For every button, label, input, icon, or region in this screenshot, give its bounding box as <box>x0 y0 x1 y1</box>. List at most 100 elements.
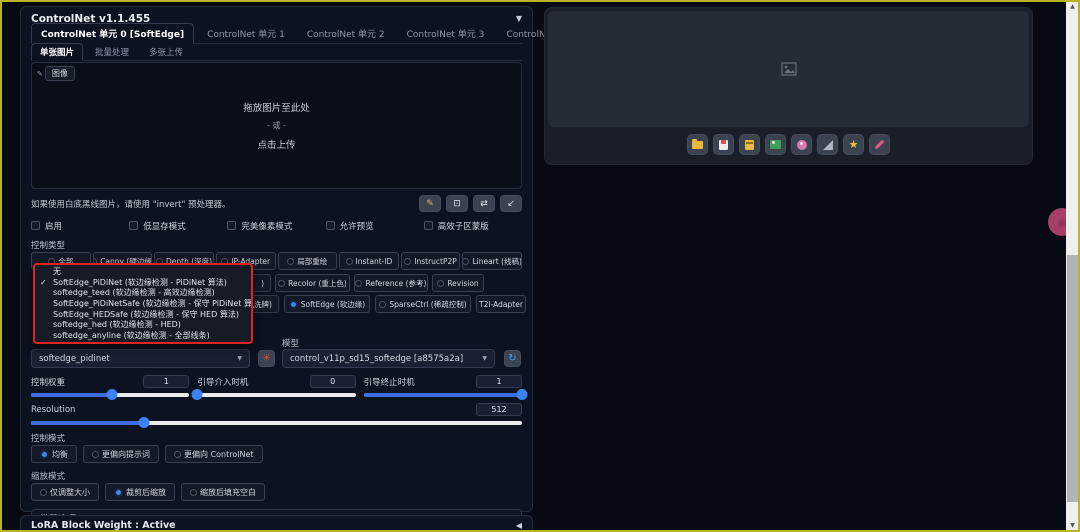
allow-preview-checkbox[interactable] <box>325 221 335 230</box>
control-mode-options: 均衡 更偏向提示词 更偏向 ControlNet <box>31 445 522 463</box>
model-select[interactable]: control_v11p_sd15_softedge [a8575a2a] ▼ <box>282 349 495 368</box>
radio-icon <box>174 450 181 458</box>
dropdown-option-anyline[interactable]: softedge_anyline (软边缘检测 - 全部线条) <box>35 331 251 342</box>
resize-mode-fill[interactable]: 缩放后填充空白 <box>181 483 265 501</box>
resize-mode-label: 缩放模式 <box>31 472 66 482</box>
floppy-icon <box>719 139 728 150</box>
drop-hint-line3[interactable]: 点击上传 <box>257 137 295 151</box>
save-zip-button[interactable] <box>739 134 760 155</box>
dropdown-option-pidinet[interactable]: ✓ SoftEdge_PiDiNet (软边缘检测 - PiDiNet 算法) <box>35 278 251 289</box>
new-canvas-button[interactable]: ✎ <box>419 195 441 212</box>
lora-block-weight-label: LoRA Block Weight : Active <box>31 519 176 531</box>
scroll-down-arrow[interactable]: ▼ <box>1066 521 1078 530</box>
chevron-down-icon: ▼ <box>237 355 242 362</box>
control-type-t2i-adapter[interactable]: T2I-Adapter <box>476 295 526 313</box>
control-mode-balanced[interactable]: 均衡 <box>31 445 77 463</box>
control-type-reference[interactable]: Reference (参考) <box>354 274 428 292</box>
control-type-lineart[interactable]: Lineart (线稿) <box>462 252 522 270</box>
enable-option: 启用 <box>31 219 129 232</box>
dropdown-option-pidinetsafe[interactable]: SoftEdge_PiDiNetSafe (软边缘检测 - 保守 PiDiNet… <box>35 299 251 310</box>
image-dropzone[interactable]: ✎ 图像 拖放图片至此处 - 或 - 点击上传 <box>31 62 522 189</box>
dropdown-option-teed[interactable]: softedge_teed (软边缘检测 - 高效边缘检测) <box>35 288 251 299</box>
tab-multi-upload[interactable]: 多张上传 <box>141 44 191 60</box>
pixel-perfect-checkbox[interactable] <box>227 221 237 230</box>
tab-batch[interactable]: 批量处理 <box>87 44 137 60</box>
enable-checkbox[interactable] <box>31 221 40 230</box>
slider-handle[interactable] <box>516 389 528 400</box>
dropdown-option-hedsafe[interactable]: SoftEdge_HEDSafe (软边缘检测 - 保守 HED 算法) <box>35 310 251 321</box>
dropdown-option-none[interactable]: 无 <box>35 267 251 278</box>
control-type-revision[interactable]: Revision <box>432 274 484 292</box>
resolution-input[interactable]: 512 <box>476 403 522 416</box>
lowvram-checkbox[interactable] <box>129 221 139 230</box>
refresh-models-button[interactable]: ↻ <box>504 350 521 367</box>
scrollbar-thumb[interactable] <box>1067 255 1078 502</box>
ending-step-track[interactable] <box>363 389 528 400</box>
webcam-button[interactable]: ⊡ <box>446 195 468 212</box>
resize-mode-just-resize[interactable]: 仅调整大小 <box>31 483 99 501</box>
region-mask-checkbox[interactable] <box>423 221 433 230</box>
send-image-button[interactable] <box>765 134 786 155</box>
slider-group: 控制权重 1 引导介入时机 0 引导终止时机 1 <box>31 375 528 400</box>
tab-single-image[interactable]: 单张图片 <box>31 43 84 61</box>
radio-icon <box>278 279 286 287</box>
allow-preview-label: 允许预览 <box>339 221 374 232</box>
lowvram-option: 低显存模式 <box>129 219 227 232</box>
brush-button[interactable] <box>869 134 890 155</box>
result-gallery[interactable] <box>548 11 1029 127</box>
control-type-softedge[interactable]: SoftEdge (软边缘) <box>284 295 370 313</box>
ruler-button[interactable] <box>817 134 838 155</box>
save-image-button[interactable] <box>713 134 734 155</box>
tab-unit-3[interactable]: ControlNet 单元 3 <box>398 24 494 43</box>
gallery-toolbar: ★ <box>548 134 1029 155</box>
scroll-up-arrow[interactable]: ▲ <box>1066 2 1078 11</box>
radio-selected-icon <box>114 487 123 497</box>
chevron-down-icon: ▼ <box>482 355 487 362</box>
resolution-label: Resolution <box>31 404 76 415</box>
control-mode-controlnet[interactable]: 更偏向 ControlNet <box>165 445 263 463</box>
slider-handle[interactable] <box>138 417 150 428</box>
region-mask-label: 高效子区蒙版 <box>437 221 489 232</box>
preprocessor-select[interactable]: softedge_pidinet ▼ <box>31 349 250 368</box>
control-type-sparsectrl[interactable]: SparseCtrl (稀疏控制) <box>375 295 471 313</box>
control-type-instant-id[interactable]: Instant-ID <box>339 252 399 270</box>
zip-icon <box>745 139 754 150</box>
app-screen: ControlNet v1.1.455 ▼ ControlNet 单元 0 [S… <box>0 0 1080 532</box>
collapse-accordion-icon[interactable]: ▼ <box>516 14 522 23</box>
ending-step-input[interactable]: 1 <box>475 375 522 388</box>
slider-handle[interactable] <box>191 389 203 400</box>
sparkles-button[interactable]: ★ <box>843 134 864 155</box>
picture-icon <box>770 140 781 149</box>
control-type-label: 控制类型 <box>31 241 66 251</box>
send-dimensions-button[interactable]: ↙ <box>500 195 522 212</box>
sparkles-icon: ★ <box>848 138 859 151</box>
slider-handle[interactable] <box>106 389 118 400</box>
control-type-inpaint[interactable]: 局部重绘 <box>277 252 338 270</box>
resize-mode-crop[interactable]: 裁剪后缩放 <box>105 483 175 501</box>
open-folder-button[interactable] <box>687 134 708 155</box>
run-preprocessor-button[interactable]: ✳ <box>258 350 275 367</box>
control-type-instructp2p[interactable]: InstructP2P <box>400 252 461 270</box>
controlnet-panel: ControlNet v1.1.455 ▼ ControlNet 单元 0 [S… <box>20 6 584 528</box>
mirror-webcam-button[interactable]: ⇄ <box>473 195 495 212</box>
pixel-perfect-option: 完美像素模式 <box>227 219 325 232</box>
lora-block-weight-accordion[interactable]: LoRA Block Weight : Active ◀ <box>20 515 533 531</box>
pixel-perfect-label: 完美像素模式 <box>241 221 293 232</box>
starting-step-input[interactable]: 0 <box>309 375 356 388</box>
palette-button[interactable] <box>791 134 812 155</box>
tab-unit-2[interactable]: ControlNet 单元 2 <box>298 24 394 43</box>
control-weight-track[interactable] <box>31 389 190 400</box>
radio-icon <box>404 257 412 265</box>
starting-step-track[interactable] <box>191 389 356 400</box>
unit-tabs: ControlNet 单元 0 [SoftEdge] ControlNet 单元… <box>31 23 584 44</box>
resolution-track[interactable] <box>31 417 522 428</box>
tab-unit-1[interactable]: ControlNet 单元 1 <box>198 24 294 43</box>
image-placeholder-icon <box>780 62 797 76</box>
control-weight-input[interactable]: 1 <box>143 375 190 388</box>
region-mask-option: 高效子区蒙版 <box>423 219 522 232</box>
preprocessor-dropdown-list: 无 ✓ SoftEdge_PiDiNet (软边缘检测 - PiDiNet 算法)… <box>33 263 253 344</box>
dropdown-option-hed[interactable]: softedge_hed (软边缘检测 - HED) <box>35 320 251 331</box>
control-mode-prompt[interactable]: 更偏向提示词 <box>83 445 159 463</box>
control-type-recolor[interactable]: Recolor (重上色) <box>275 274 350 292</box>
tab-unit-0[interactable]: ControlNet 单元 0 [SoftEdge] <box>31 23 195 44</box>
